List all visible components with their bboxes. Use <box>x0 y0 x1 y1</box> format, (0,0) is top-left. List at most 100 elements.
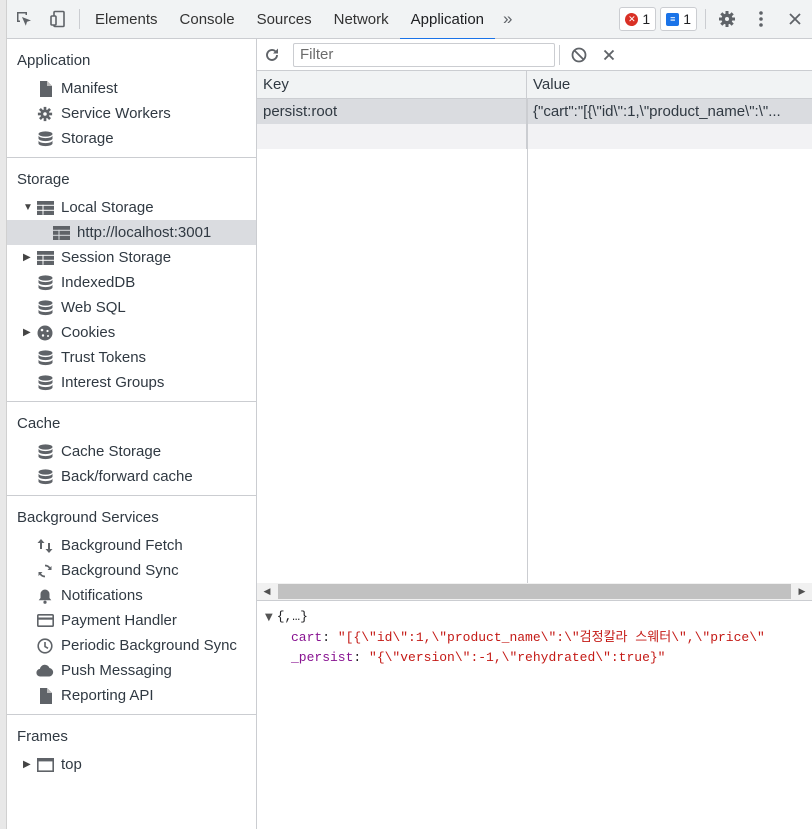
sidebar-item-reporting-api[interactable]: Reporting API <box>7 683 256 708</box>
sidebar-item-local-storage[interactable]: ▼ Local Storage <box>7 195 256 220</box>
tab-console[interactable]: Console <box>169 0 246 39</box>
delete-selected-icon[interactable] <box>594 39 624 71</box>
preview-property: cart: "[{\"id\":1,\"product_name\":\"검정칼… <box>265 628 804 648</box>
gear-icon <box>35 104 55 124</box>
window-frame-icon <box>35 755 55 775</box>
table-row[interactable]: persist:root {"cart":"[{\"id\":1,\"produ… <box>257 99 812 124</box>
sidebar-item-label: Cache Storage <box>61 443 162 460</box>
sidebar-item-frame-top[interactable]: ▶ top <box>7 752 256 777</box>
message-count-badge[interactable]: ≡ 1 <box>660 7 697 31</box>
filter-input[interactable] <box>293 42 555 67</box>
refresh-icon[interactable] <box>257 39 287 71</box>
sidebar-item-indexeddb[interactable]: IndexedDB <box>7 270 256 295</box>
scroll-left-icon[interactable]: ◀ <box>257 583 277 600</box>
devtools-toolbar: Elements Console Sources Network Applica… <box>7 0 812 40</box>
sidebar-item-label: http://localhost:3001 <box>77 224 212 241</box>
sidebar-item-label: Service Workers <box>61 105 171 122</box>
section-title: Storage <box>17 171 70 188</box>
storage-data-grid: Key Value persist:root {"cart":"[{\"id\"… <box>257 71 812 601</box>
message-icon: ≡ <box>666 12 680 26</box>
sidebar-item-push-messaging[interactable]: Push Messaging <box>7 658 256 683</box>
section-frames: Frames ▶ top <box>7 725 256 783</box>
row-key[interactable]: persist:root <box>257 99 527 124</box>
sidebar-item-service-workers[interactable]: Service Workers <box>7 101 256 126</box>
sidebar-item-label: Trust Tokens <box>61 349 147 366</box>
sidebar-item-background-fetch[interactable]: Background Fetch <box>7 533 256 558</box>
tab-application[interactable]: Application <box>399 0 496 40</box>
horizontal-scrollbar[interactable]: ◀ ▶ <box>257 583 812 600</box>
empty-cell <box>257 124 527 149</box>
sidebar-item-label: Storage <box>61 130 114 147</box>
close-icon[interactable] <box>778 0 812 39</box>
expand-down-icon[interactable]: ▼ <box>23 202 33 213</box>
database-icon <box>35 373 55 393</box>
preview-property: _persist: "{\"version\":-1,\"rehydrated\… <box>265 648 804 668</box>
preview-object-summary: {,…} <box>276 609 308 624</box>
tab-elements[interactable]: Elements <box>84 0 169 39</box>
gear-icon[interactable] <box>710 0 744 39</box>
expand-down-icon[interactable]: ▼ <box>265 612 273 623</box>
tab-sources[interactable]: Sources <box>246 0 323 39</box>
property-value: "{\"version\":-1,\"rehydrated\":true}" <box>369 650 666 665</box>
expand-right-icon[interactable]: ▶ <box>23 252 33 263</box>
value-preview: ▼ {,…} cart: "[{\"id\":1,\"product_name\"… <box>257 601 812 674</box>
column-header-key[interactable]: Key <box>257 71 527 98</box>
sidebar-item-back-forward-cache[interactable]: Back/forward cache <box>7 464 256 489</box>
sidebar-item-background-sync[interactable]: Background Sync <box>7 558 256 583</box>
sidebar-item-session-storage[interactable]: ▶ Session Storage <box>7 245 256 270</box>
error-count-badge[interactable]: ✕ 1 <box>619 7 657 31</box>
sidebar-item-label: Cookies <box>61 324 116 341</box>
database-icon <box>35 129 55 149</box>
sidebar-item-notifications[interactable]: Notifications <box>7 583 256 608</box>
sidebar-item-web-sql[interactable]: Web SQL <box>7 295 256 320</box>
sidebar-item-label: IndexedDB <box>61 274 136 291</box>
section-title: Frames <box>17 728 68 745</box>
row-value[interactable]: {"cart":"[{\"id\":1,\"product_name\":\".… <box>527 99 812 124</box>
sidebar-item-localhost-origin[interactable]: http://localhost:3001 <box>7 220 256 245</box>
database-icon <box>35 442 55 462</box>
preview-object-header[interactable]: ▼ {,…} <box>265 607 804 628</box>
sidebar-item-manifest[interactable]: Manifest <box>7 76 256 101</box>
scrollbar-thumb[interactable] <box>278 584 791 599</box>
sidebar-item-label: Background Fetch <box>61 537 183 554</box>
toolbar-divider <box>705 9 706 29</box>
table-icon <box>35 198 55 218</box>
up-down-arrows-icon <box>35 536 55 556</box>
sidebar-item-label: Manifest <box>61 80 118 97</box>
sidebar-item-cookies[interactable]: ▶ Cookies <box>7 320 256 345</box>
sidebar-item-cache-storage[interactable]: Cache Storage <box>7 439 256 464</box>
expand-right-icon[interactable]: ▶ <box>23 327 33 338</box>
database-icon <box>35 273 55 293</box>
inspect-element-icon[interactable] <box>7 0 41 39</box>
device-toolbar-icon[interactable] <box>41 0 75 39</box>
tab-network[interactable]: Network <box>323 0 400 39</box>
column-header-value[interactable]: Value <box>527 71 812 98</box>
table-icon <box>35 248 55 268</box>
file-icon <box>35 686 55 706</box>
sidebar-item-interest-groups[interactable]: Interest Groups <box>7 370 256 395</box>
sidebar-item-storage[interactable]: Storage <box>7 126 256 151</box>
empty-cell <box>527 124 812 149</box>
bell-icon <box>35 586 55 606</box>
clear-all-icon[interactable] <box>564 39 594 71</box>
sidebar-item-label: Back/forward cache <box>61 468 193 485</box>
table-icon <box>51 223 71 243</box>
scroll-right-icon[interactable]: ▶ <box>792 583 812 600</box>
expand-right-icon[interactable]: ▶ <box>23 759 33 770</box>
sidebar-item-label: Background Sync <box>61 562 179 579</box>
sidebar-item-trust-tokens[interactable]: Trust Tokens <box>7 345 256 370</box>
database-icon <box>35 348 55 368</box>
property-colon: : <box>353 650 370 665</box>
section-cache: Cache Cache Storage Back/forward cache <box>7 412 256 496</box>
property-colon: : <box>322 630 338 645</box>
sidebar-item-label: Reporting API <box>61 687 154 704</box>
empty-row[interactable] <box>257 124 812 149</box>
more-tabs-button[interactable]: » <box>495 9 520 29</box>
sidebar-item-label: Payment Handler <box>61 612 177 629</box>
kebab-menu-icon[interactable] <box>744 0 778 39</box>
sidebar-item-payment-handler[interactable]: Payment Handler <box>7 608 256 633</box>
grid-header: Key Value <box>257 71 812 99</box>
sidebar-item-periodic-background-sync[interactable]: Periodic Background Sync <box>7 633 256 658</box>
property-key: _persist <box>291 650 354 665</box>
sync-icon <box>35 561 55 581</box>
